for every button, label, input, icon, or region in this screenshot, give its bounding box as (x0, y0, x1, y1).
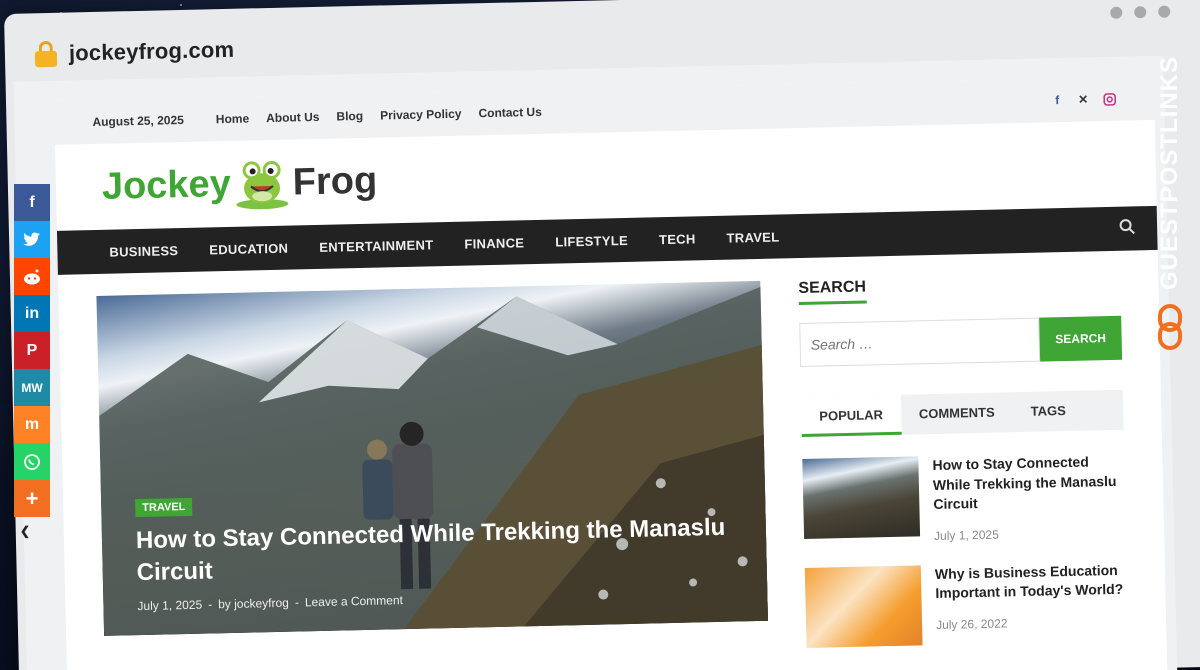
main-content: TRAVEL How to Stay Connected While Trekk… (58, 250, 1167, 665)
nav-lifestyle[interactable]: LIFESTYLE (555, 232, 628, 249)
top-link-home[interactable]: Home (216, 111, 250, 126)
address-bar[interactable]: jockeyfrog.com (34, 37, 235, 68)
post-thumbnail[interactable] (802, 456, 921, 539)
browser-window: jockeyfrog.com August 25, 2025 Home Abou… (4, 0, 1200, 670)
mix-share-icon[interactable]: m (14, 406, 50, 443)
chain-link-icon (1158, 304, 1182, 350)
post-title[interactable]: Why is Business Education Important in T… (935, 560, 1128, 604)
meta-separator: - (294, 595, 300, 610)
post-date: July 1, 2025 (933, 527, 999, 543)
web-page: August 25, 2025 Home About Us Blog Priva… (53, 75, 1168, 670)
tab-bar: POPULAR COMMENTS TAGS (800, 389, 1124, 438)
comment-link[interactable]: Leave a Comment (305, 593, 403, 609)
top-link-about[interactable]: About Us (266, 110, 320, 125)
url-text[interactable]: jockeyfrog.com (69, 37, 235, 67)
featured-title[interactable]: How to Stay Connected While Trekking the… (136, 512, 737, 590)
tab-comments[interactable]: COMMENTS (900, 392, 1013, 435)
search-icon[interactable] (1119, 218, 1135, 239)
top-link-contact[interactable]: Contact Us (478, 105, 542, 120)
current-date: August 25, 2025 (92, 112, 184, 130)
nav-entertainment[interactable]: ENTERTAINMENT (319, 237, 433, 255)
nav-business[interactable]: BUSINESS (109, 243, 178, 260)
x-icon[interactable]: ✕ (1076, 92, 1090, 106)
hide-share-icon[interactable]: ❮ (14, 517, 50, 545)
social-links: f ✕ (1050, 92, 1116, 107)
post-author[interactable]: by jockeyfrog (218, 596, 289, 612)
tab-popular[interactable]: POPULAR (800, 394, 902, 438)
top-link-privacy[interactable]: Privacy Policy (380, 107, 462, 123)
site-logo[interactable]: Jockey Frog (101, 154, 378, 214)
top-nav: Home About Us Blog Privacy Policy Contac… (216, 105, 542, 126)
top-link-blog[interactable]: Blog (336, 109, 363, 124)
search-button[interactable]: SEARCH (1039, 315, 1123, 362)
logo-text-frog: Frog (292, 159, 378, 203)
post-thumbnail[interactable] (804, 565, 923, 648)
linkedin-share-icon[interactable]: in (14, 295, 50, 332)
logo-text-jockey: Jockey (101, 162, 232, 208)
reddit-share-icon[interactable] (14, 258, 50, 295)
mewe-share-icon[interactable]: MW (14, 369, 50, 406)
instagram-icon[interactable] (1102, 92, 1116, 106)
search-form: SEARCH (799, 315, 1123, 368)
post-title[interactable]: How to Stay Connected While Trekking the… (932, 452, 1125, 515)
whatsapp-share-icon[interactable] (14, 443, 50, 480)
nav-tech[interactable]: TECH (659, 231, 696, 247)
pinterest-share-icon[interactable]: P (14, 332, 50, 369)
search-widget-title: SEARCH (798, 278, 867, 306)
share-bar: f in P MW m + ❮ (14, 184, 50, 545)
watermark: GUESTPOSTLINKS (1152, 56, 1192, 360)
list-item[interactable]: How to Stay Connected While Trekking the… (802, 452, 1126, 546)
nav-finance[interactable]: FINANCE (464, 235, 524, 251)
lock-icon (34, 40, 58, 68)
facebook-icon[interactable]: f (1050, 93, 1064, 107)
nav-travel[interactable]: TRAVEL (726, 229, 779, 245)
facebook-share-icon[interactable]: f (14, 184, 50, 221)
sidebar: SEARCH SEARCH POPULAR COMMENTS TAGS How … (798, 273, 1128, 648)
featured-post[interactable]: TRAVEL How to Stay Connected While Trekk… (96, 280, 768, 636)
list-item[interactable]: Why is Business Education Important in T… (804, 560, 1129, 648)
category-badge[interactable]: TRAVEL (135, 497, 193, 518)
search-input[interactable] (799, 317, 1041, 368)
post-date[interactable]: July 1, 2025 (137, 598, 202, 613)
nav-education[interactable]: EDUCATION (209, 240, 288, 257)
twitter-share-icon[interactable] (14, 221, 50, 258)
tab-tags[interactable]: TAGS (1012, 391, 1084, 433)
more-share-icon[interactable]: + (14, 480, 50, 517)
meta-separator: - (208, 597, 213, 612)
watermark-text: GUESTPOSTLINKS (1156, 55, 1183, 290)
frog-icon (236, 160, 289, 210)
post-date: July 26, 2022 (935, 616, 1008, 632)
window-controls (1110, 5, 1171, 19)
browser-viewport: August 25, 2025 Home About Us Blog Priva… (13, 55, 1178, 670)
